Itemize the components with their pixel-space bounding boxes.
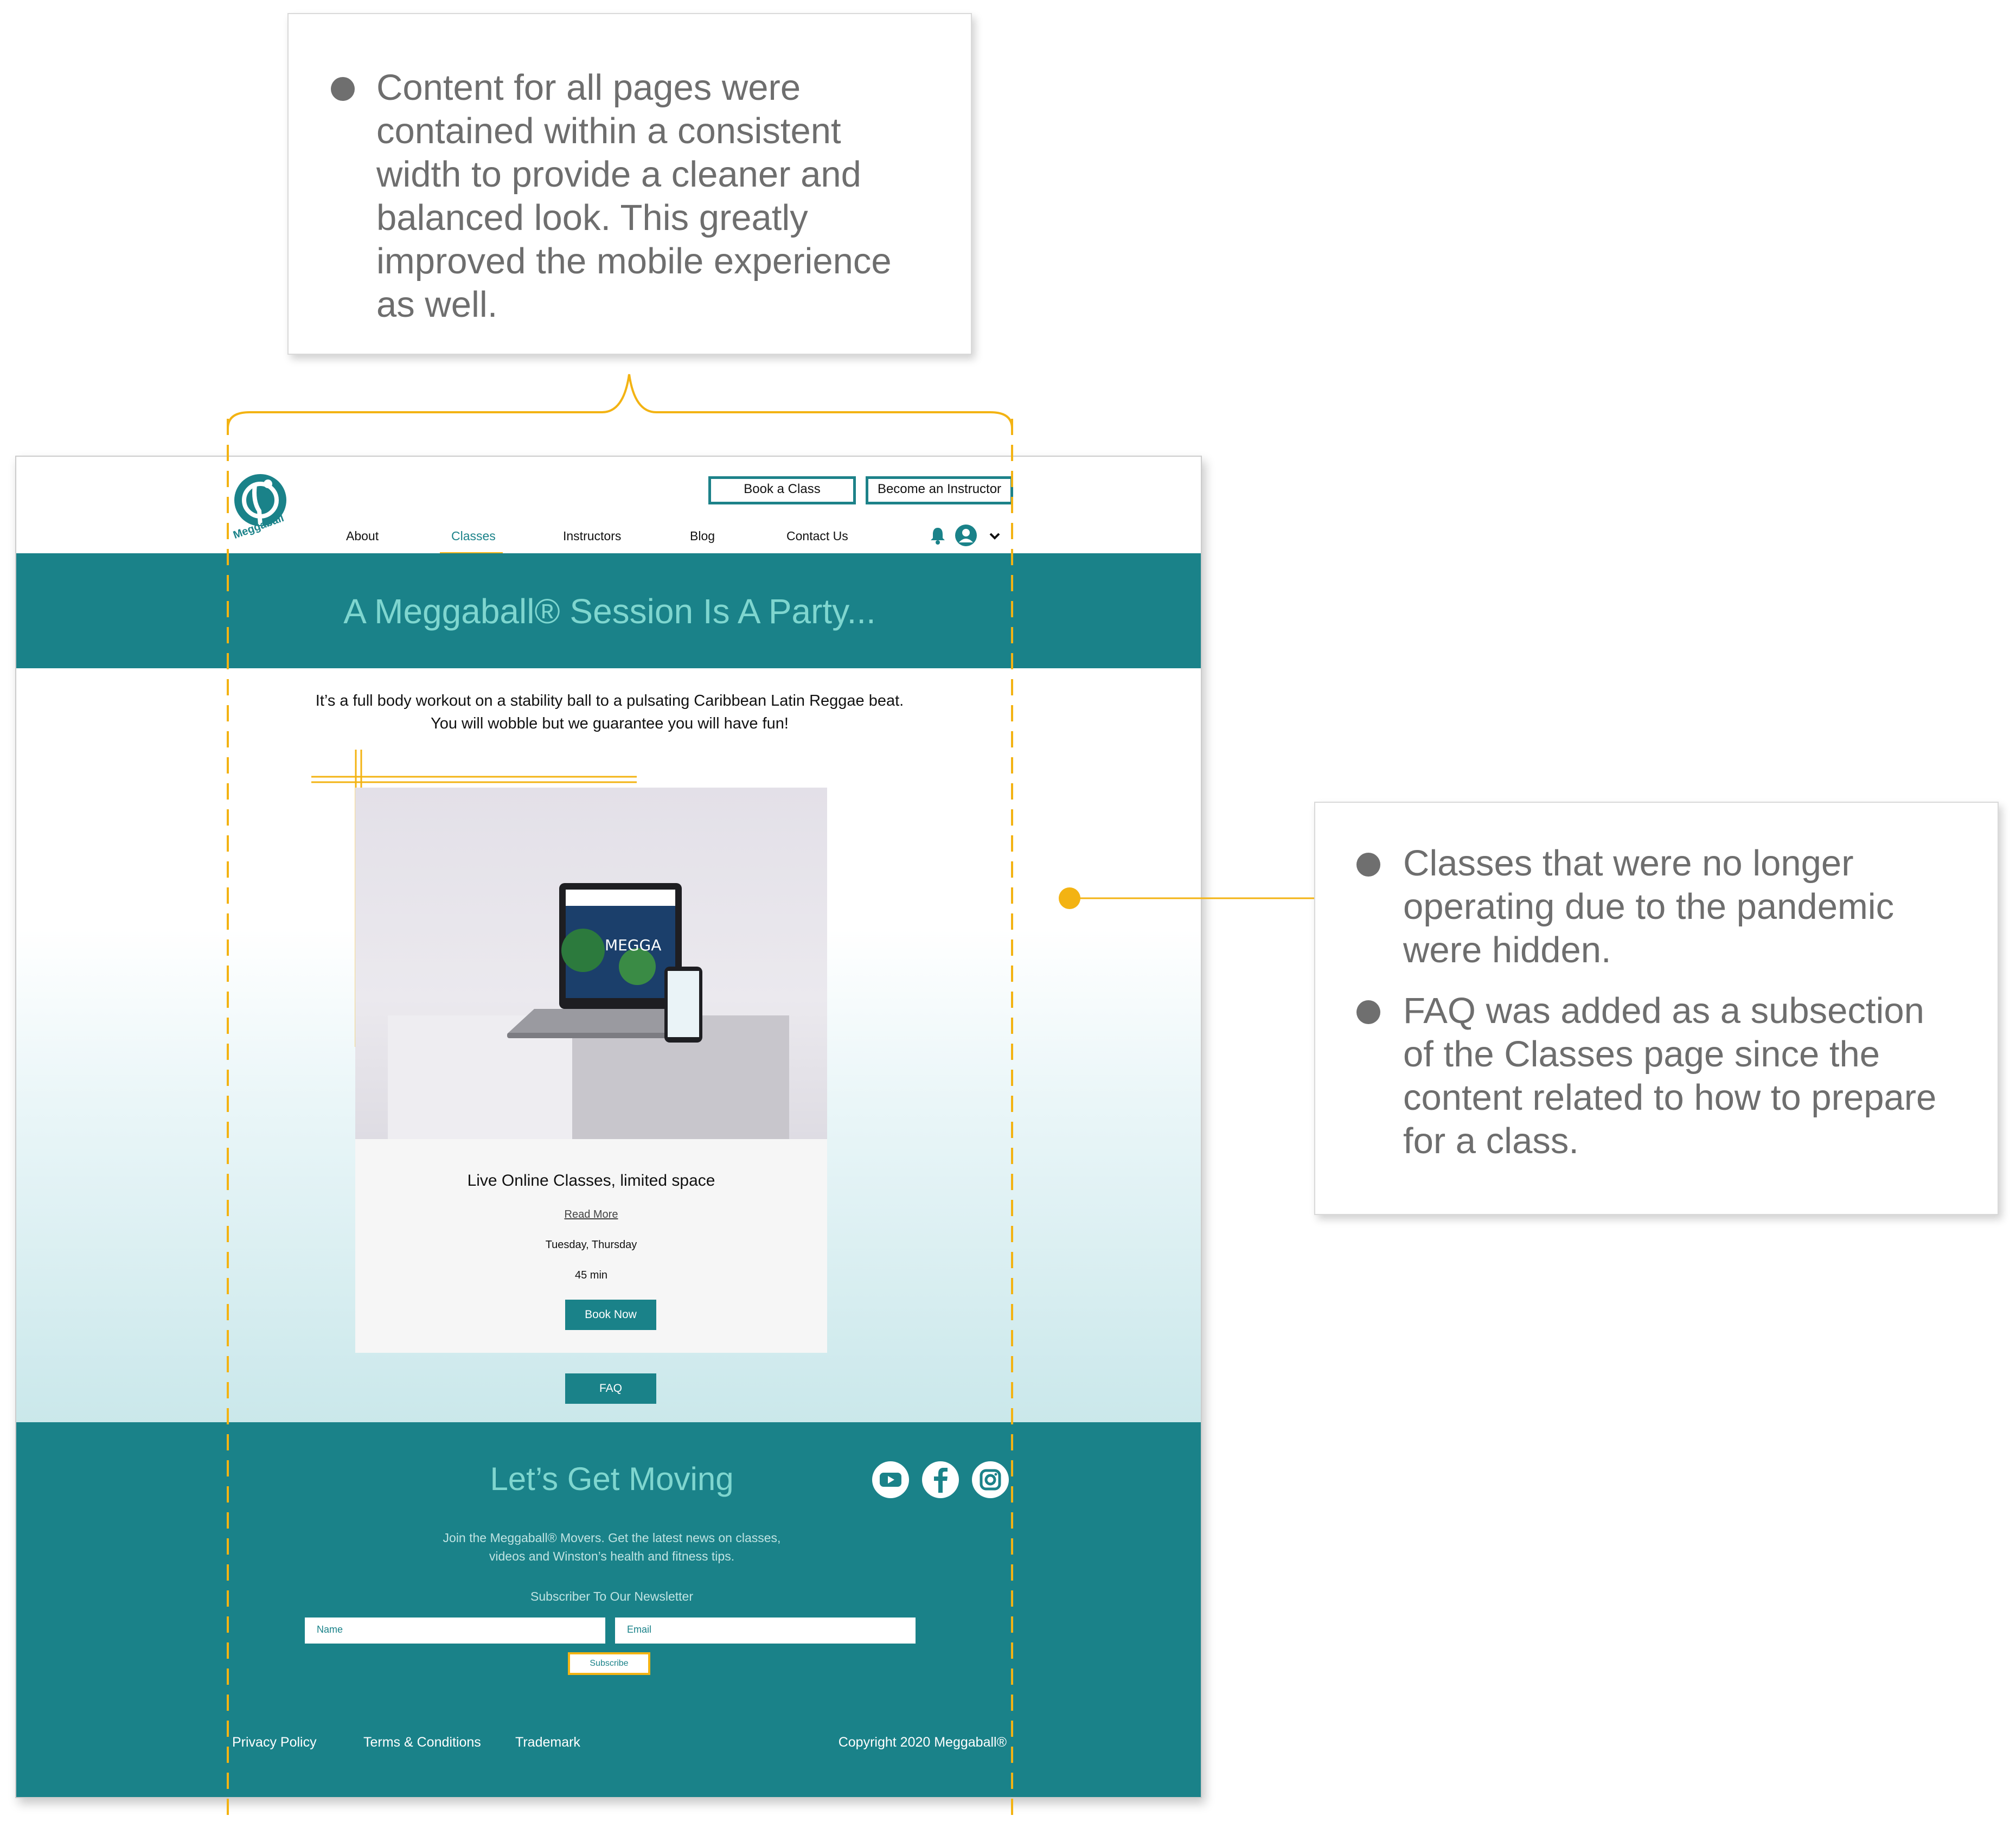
- callout-consistent-width: Content for all pages were contained wit…: [287, 13, 972, 355]
- nav-contact-us[interactable]: Contact Us: [786, 529, 848, 544]
- footer-terms-link[interactable]: Terms & Conditions: [363, 1735, 481, 1750]
- device-brand-text: MEGGA: [605, 936, 661, 954]
- callout-text-hidden-classes: Classes that were no longer operating du…: [1403, 843, 1895, 970]
- user-avatar-icon[interactable]: [955, 524, 977, 547]
- footer-trademark-link[interactable]: Trademark: [515, 1735, 580, 1750]
- footer-desc-line-2: videos and Winston’s health and fitness …: [489, 1549, 735, 1563]
- class-duration: 45 min: [574, 1269, 608, 1281]
- website-mockup: Meggaball Book a Class Become an Instruc…: [15, 456, 1202, 1798]
- class-days: Tuesday, Thursday: [545, 1239, 637, 1251]
- hero-title: A Meggaball® Session Is A Party...: [343, 592, 876, 631]
- bullet-dot: [1356, 1000, 1380, 1024]
- facebook-icon[interactable]: [921, 1460, 960, 1499]
- book-now-label: Book Now: [585, 1308, 637, 1321]
- newsletter-label: Subscriber To Our Newsletter: [530, 1589, 693, 1603]
- bell-icon[interactable]: [929, 526, 947, 545]
- callout-classes-faq: Classes that were no longer operating du…: [1314, 802, 1999, 1215]
- bullet-dot: [331, 77, 355, 101]
- class-card-image[interactable]: MEGGA: [355, 788, 827, 1139]
- faq-button[interactable]: FAQ: [565, 1373, 656, 1404]
- footer-privacy-link[interactable]: Privacy Policy: [232, 1735, 317, 1750]
- book-now-button[interactable]: Book Now: [565, 1300, 656, 1330]
- intro-line-2: You will wobble but we guarantee you wil…: [431, 715, 789, 732]
- intro-line-1: It’s a full body workout on a stability …: [315, 692, 904, 709]
- instagram-icon[interactable]: [971, 1460, 1010, 1499]
- book-a-class-button[interactable]: Book a Class: [708, 476, 856, 504]
- class-card-title: Live Online Classes, limited space: [467, 1172, 715, 1190]
- callout-text-faq: FAQ was added as a subsection of the Cla…: [1403, 990, 1937, 1161]
- email-input[interactable]: Email: [615, 1618, 916, 1644]
- nav-instructors[interactable]: Instructors: [563, 529, 621, 544]
- bullet-dot: [1356, 853, 1380, 877]
- become-instructor-button[interactable]: Become an Instructor: [866, 476, 1013, 504]
- subscribe-button[interactable]: Subscribe: [568, 1652, 650, 1675]
- callout-text: Content for all pages were contained wit…: [376, 67, 892, 325]
- faq-label: FAQ: [599, 1382, 622, 1395]
- chevron-down-icon[interactable]: [988, 530, 1001, 541]
- footer-copyright: Copyright 2020 Meggaball®: [838, 1735, 1007, 1750]
- name-input[interactable]: Name: [305, 1618, 605, 1644]
- subscribe-label: Subscribe: [590, 1659, 629, 1668]
- footer-desc-line-1: Join the Meggaball® Movers. Get the late…: [443, 1531, 781, 1545]
- nav-classes[interactable]: Classes: [451, 529, 496, 544]
- read-more-link[interactable]: Read More: [355, 1209, 827, 1221]
- nav-about[interactable]: About: [346, 529, 379, 544]
- youtube-icon[interactable]: [871, 1460, 910, 1499]
- nav-blog[interactable]: Blog: [690, 529, 715, 544]
